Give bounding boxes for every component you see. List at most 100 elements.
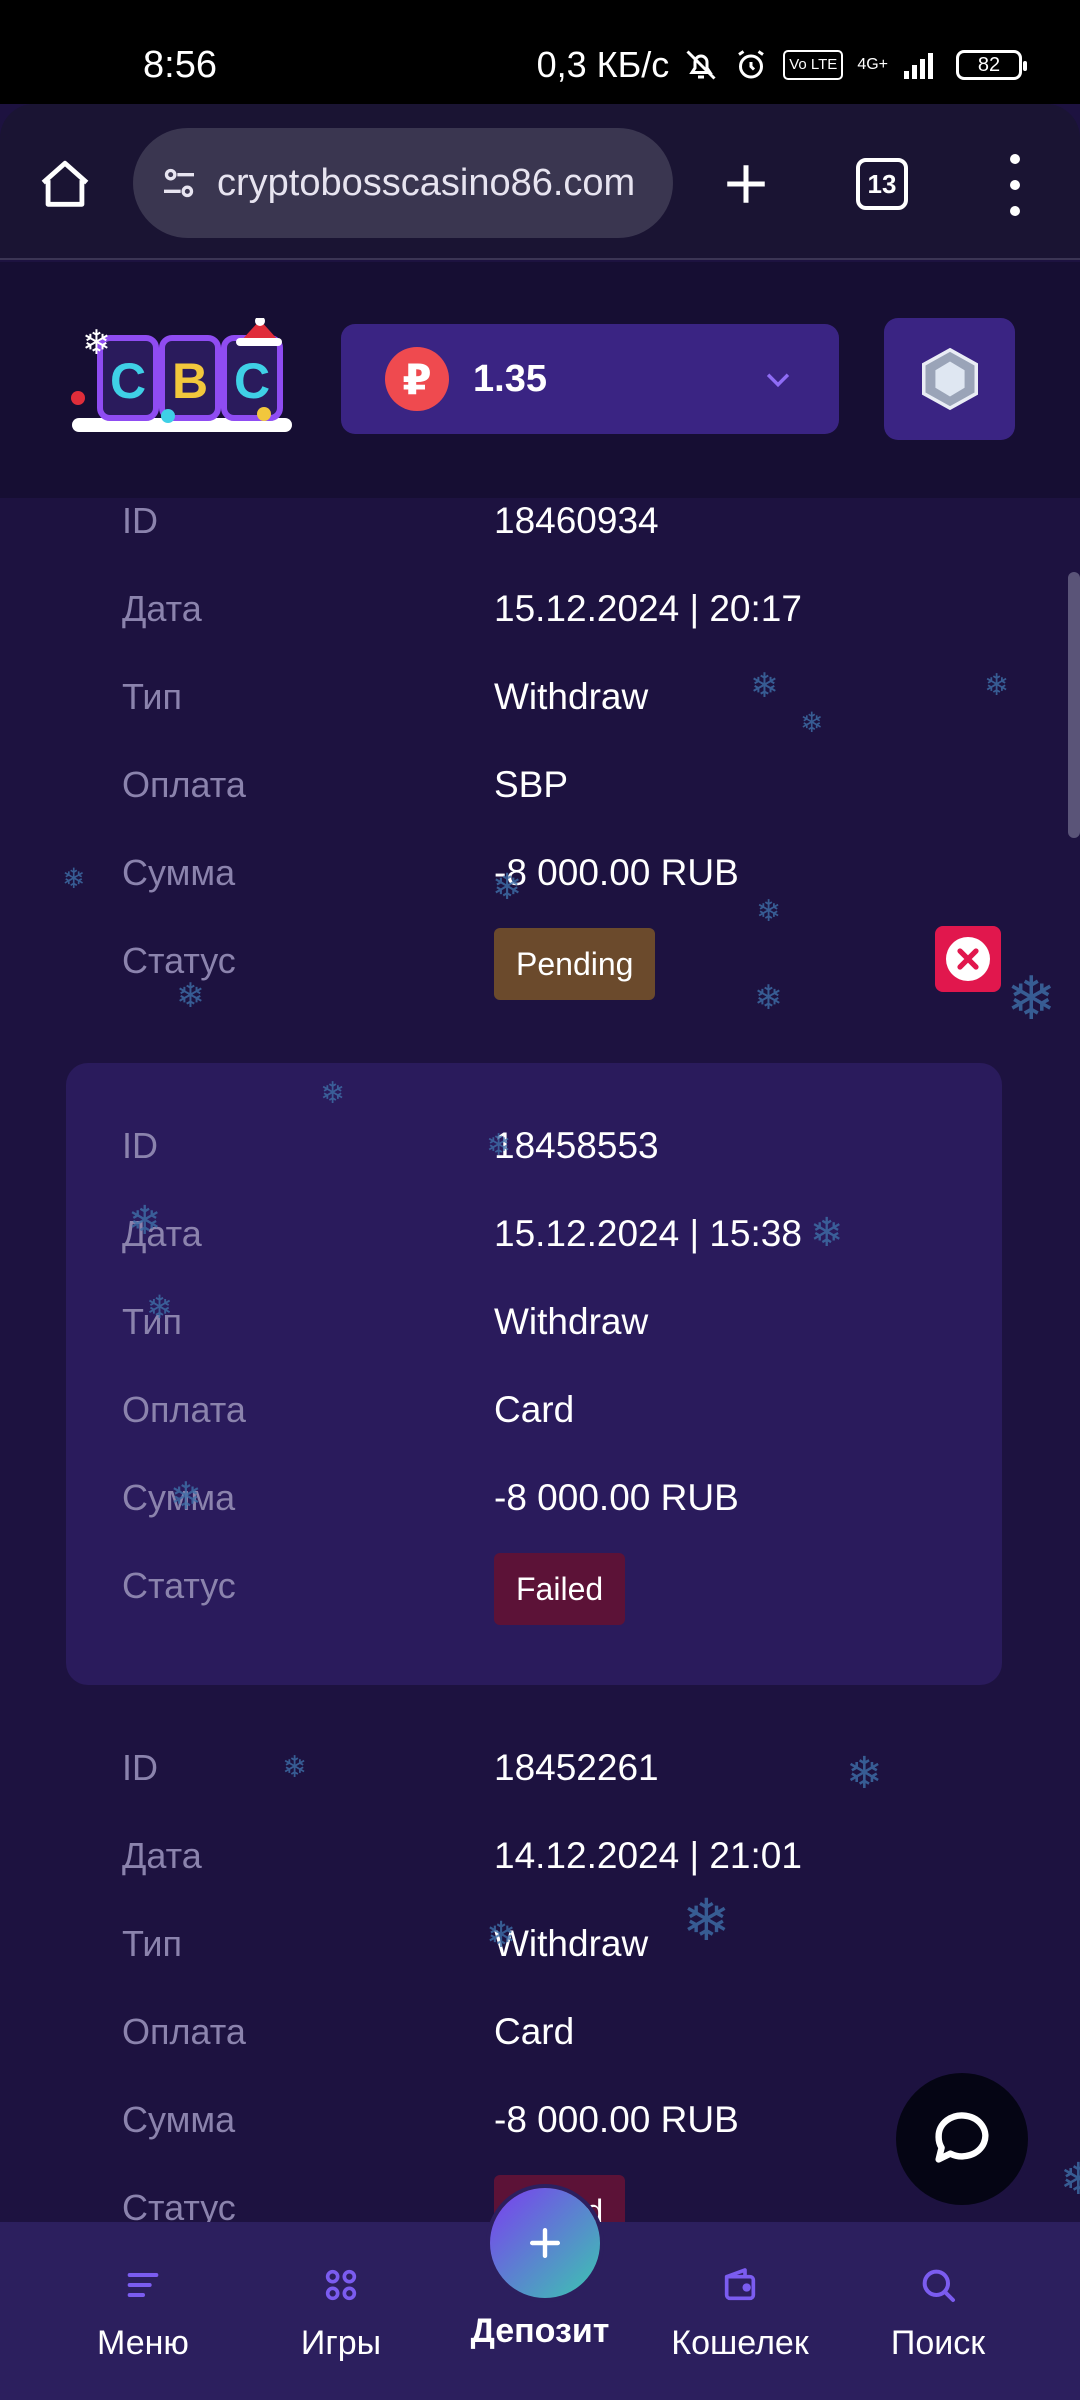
site-settings-icon[interactable] [155,159,203,207]
nav-menu[interactable]: Меню [53,2264,233,2363]
snowflake-icon: ❄ [320,1077,346,1110]
home-icon [41,160,89,207]
svg-text:B: B [172,353,208,409]
status-time: 8:56 [143,44,217,86]
tx-row-id: ID 18460934 [122,500,962,560]
support-chat-button[interactable] [896,2073,1028,2205]
snowflake-icon: ❄ [62,863,86,894]
tx-label: Оплата [122,2011,246,2052]
chevron-down-icon [766,373,790,388]
page-scrollbar[interactable] [1068,572,1080,838]
nav-search[interactable]: Поиск [848,2264,1028,2363]
snowflake-icon: ❄ [750,667,779,705]
snowflake-icon: ❄ [170,1476,202,1518]
tx-row-type: Тип Withdraw [122,676,962,736]
tx-row-id: ID 18458553 [122,1125,962,1185]
close-circle-icon [946,937,990,981]
tx-row-status: Статус Pending [122,926,1001,1000]
tx-label: Дата [122,588,202,629]
snowflake-icon: ❄ [486,1129,512,1162]
tx-label: Дата [122,1835,202,1876]
home-button[interactable] [34,154,96,216]
snowflake-icon: ❄ [492,866,523,907]
tx-label: Оплата [122,764,246,805]
nav-deposit-label: Депозит [470,2312,610,2350]
snowflake-icon: ❄ [846,1749,883,1798]
mute-bell-icon [683,46,719,84]
deposit-button[interactable] [490,2188,600,2298]
tx-label: Тип [122,1923,183,1964]
system-status-bar: 8:56 0,3 КБ/с Vo LTE 4G+ 82 [0,0,1080,104]
user-level-button[interactable] [884,318,1015,440]
signal-icon [902,46,942,84]
tx-date: 15.12.2024 | 20:17 [494,588,802,629]
tx-label: Статус [122,1565,236,1606]
tx-date: 14.12.2024 | 21:01 [494,1835,802,1876]
snowflake-icon: ❄ [1060,2155,1080,2204]
snowflake-icon: ❄ [1006,965,1057,1032]
cancel-withdrawal-button[interactable] [935,926,1001,992]
tx-row-date: Дата 14.12.2024 | 21:01 [122,1835,962,1895]
tx-label: Сумма [122,852,236,893]
tx-payment: Card [494,1389,575,1430]
balance-selector[interactable]: ₽ 1.35 [341,324,839,434]
tx-row-type: Тип Withdraw [122,1301,962,1361]
snowflake-icon: ❄ [984,669,1010,702]
site-header: C B C ❄ ₽ 1.35 [0,262,1080,498]
status-badge-pending: Pending [494,928,656,1000]
network-type: 4G+ [857,56,888,73]
nav-games[interactable]: Игры [251,2264,431,2363]
chat-bubble-icon [935,2112,989,2163]
tx-id: 18452261 [494,1747,659,1788]
diamond-rank-icon [921,347,978,411]
volte-icon: Vo LTE [783,50,844,80]
tx-type: Withdraw [494,1301,649,1342]
snowflake-icon: ❄ [800,707,824,738]
snowflake-icon: ❄ [756,895,782,928]
nav-wallet-label: Кошелек [671,2324,809,2362]
tx-row-payment: Оплата SBP [122,764,962,824]
tx-row-amount: Сумма -8 000.00 RUB [122,2099,962,2159]
nav-deposit[interactable]: Депозит [450,2312,630,2351]
tx-amount: -8 000.00 RUB [494,1477,739,1518]
tx-label: Тип [122,676,183,717]
svg-text:❄: ❄ [82,323,111,363]
tx-payment: SBP [494,764,569,805]
tx-label: Сумма [122,2099,236,2140]
browser-menu-button[interactable] [1000,154,1030,216]
status-badge-failed: Failed [494,1553,626,1625]
wallet-icon [719,2264,761,2306]
snowflake-icon: ❄ [146,1289,173,1325]
snowflake-icon: ❄ [282,1751,308,1784]
tx-label: ID [122,500,158,541]
url-text[interactable]: cryptobosscasino86.com [217,162,653,205]
tx-row-status: Статус Failed [122,1553,962,1625]
battery-level: 82 [977,53,1001,76]
casino-logo[interactable]: C B C ❄ [64,316,300,438]
transaction-card: ID 18458553 Дата 15.12.2024 | 15:38 Тип … [66,1063,1002,1685]
tx-row-payment: Оплата Card [122,2011,962,2071]
tx-type: Withdraw [494,676,649,717]
nav-wallet[interactable]: Кошелек [650,2264,830,2363]
address-bar[interactable]: cryptobosscasino86.com [133,128,673,238]
new-tab-button[interactable] [716,154,776,214]
battery-icon: 82 [956,50,1027,80]
nav-menu-label: Меню [97,2324,189,2362]
tx-amount: -8 000.00 RUB [494,2099,739,2140]
plus-icon [529,2227,561,2259]
menu-icon [122,2264,164,2306]
snowflake-icon: ❄ [810,1211,844,1255]
tab-switcher-button[interactable]: 13 [856,158,908,210]
plus-icon [727,165,765,203]
tx-label: ID [122,1747,158,1788]
transaction-card: ID 18460934 Дата 15.12.2024 | 20:17 Тип … [66,498,1002,1028]
tx-type: Withdraw [494,1923,649,1964]
search-icon [917,2264,959,2306]
snowflake-icon: ❄ [682,1888,731,1953]
tx-row-date: Дата 15.12.2024 | 20:17 [122,588,962,648]
status-indicators: 0,3 КБ/с Vo LTE 4G+ 82 [537,44,1027,86]
nav-games-label: Игры [300,2324,382,2362]
tx-row-amount: Сумма -8 000.00 RUB [122,1477,962,1537]
tx-row-type: Тип Withdraw [122,1923,962,1983]
tx-label: Оплата [122,1389,246,1430]
